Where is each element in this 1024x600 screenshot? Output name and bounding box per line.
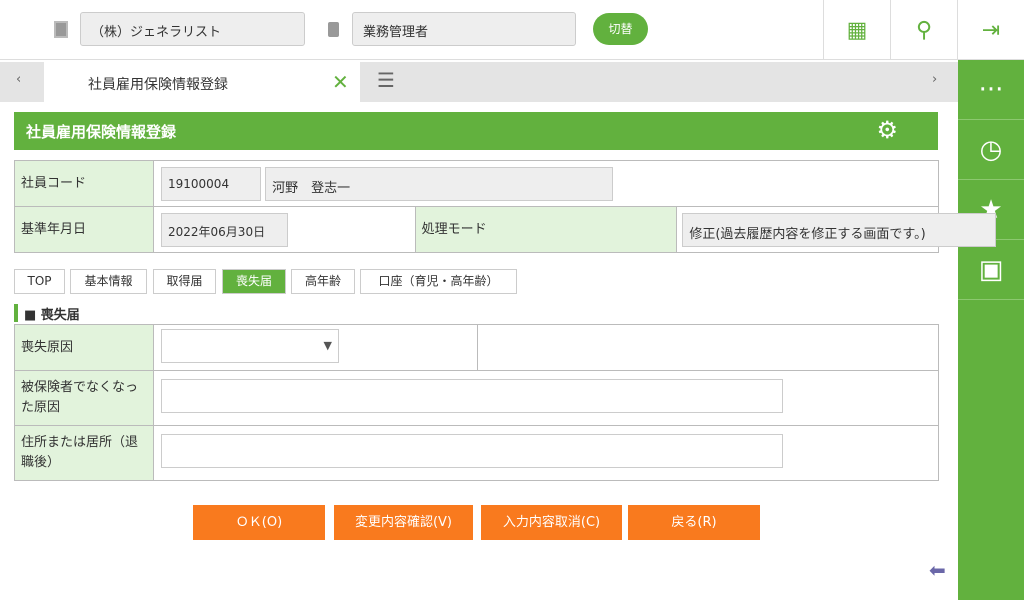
close-tab-icon[interactable]: ✕ (332, 70, 349, 94)
loss-reason-select[interactable]: ▼ (161, 328, 339, 363)
base-date-field: 2022年06月30日 (161, 212, 288, 247)
tab-active[interactable]: 社員雇用保険情報登録 (44, 62, 360, 102)
not-insured-reason-label: 被保険者でなくなった原因 (14, 370, 154, 426)
add-tab-icon[interactable]: ☰ (377, 68, 395, 92)
subtab-elderly[interactable]: 高年齢 (291, 269, 355, 294)
collapse-arrow-icon[interactable]: ⬅ (929, 558, 946, 582)
address-label: 住所または居所（退職後） (14, 425, 154, 481)
inbox-icon[interactable]: ▣ (958, 240, 1024, 300)
page-title-bar: 社員雇用保険情報登録 ⚙ (14, 112, 938, 150)
tab-scroll-left-icon[interactable]: ‹ (16, 72, 21, 87)
loss-form-table: 喪失原因 ▼ 被保険者でなくなった原因 住所または居所（退職後） (14, 324, 939, 481)
section-heading: ■ 喪失届 (14, 304, 80, 323)
page-title: 社員雇用保険情報登録 (26, 123, 177, 141)
company-field[interactable]: （株）ジェネラリスト (80, 12, 305, 46)
base-date-label: 基準年月日 (14, 206, 154, 253)
search-icon[interactable]: ⚲ (890, 0, 957, 60)
more-icon[interactable]: ··· (958, 60, 1024, 120)
tab-label: 社員雇用保険情報登録 (88, 77, 228, 93)
employee-code-field: 19100004 (161, 166, 261, 201)
back-button[interactable]: 戻る(R) (628, 505, 760, 540)
history-icon[interactable]: ◷ (958, 120, 1024, 180)
loss-reason-label: 喪失原因 (14, 324, 154, 371)
tab-scroll-right-icon[interactable]: › (932, 72, 937, 87)
chevron-down-icon: ▼ (323, 338, 332, 352)
ok-button[interactable]: ＯＫ(O) (193, 505, 325, 540)
subtab-top[interactable]: TOP (14, 269, 65, 294)
subtab-account[interactable]: 口座（育児・高年齢） (360, 269, 517, 294)
employee-code-label: 社員コード (14, 160, 154, 207)
subtab-acquisition[interactable]: 取得届 (153, 269, 216, 294)
confirm-changes-button[interactable]: 変更内容確認(V) (334, 505, 473, 540)
subtab-basic[interactable]: 基本情報 (70, 269, 147, 294)
apps-grid-icon[interactable]: ▦ (823, 0, 890, 60)
not-insured-reason-input[interactable] (161, 379, 783, 413)
cancel-input-button[interactable]: 入力内容取消(C) (481, 505, 622, 540)
mode-label: 処理モード (414, 206, 678, 253)
clipboard-icon (328, 22, 339, 37)
address-input[interactable] (161, 434, 783, 468)
building-icon (54, 21, 68, 38)
gear-icon[interactable]: ⚙ (876, 116, 898, 144)
right-sidebar: ··· ◷ ★ ▣ (958, 60, 1024, 600)
employee-name-field: 河野 登志一 (265, 166, 614, 201)
mode-field: 修正(過去履歴内容を修正する画面です。) (682, 212, 997, 247)
subtab-loss[interactable]: 喪失届 (222, 269, 286, 294)
switch-button[interactable]: 切替 (593, 13, 648, 45)
top-bar: （株）ジェネラリスト 業務管理者 切替 ▦ ⚲ ⇥ (0, 0, 1024, 60)
employee-info-table: 社員コード 19100004 河野 登志一 基準年月日 2022年06月30日 … (14, 160, 997, 253)
logout-icon[interactable]: ⇥ (957, 0, 1024, 60)
role-field[interactable]: 業務管理者 (352, 12, 576, 46)
